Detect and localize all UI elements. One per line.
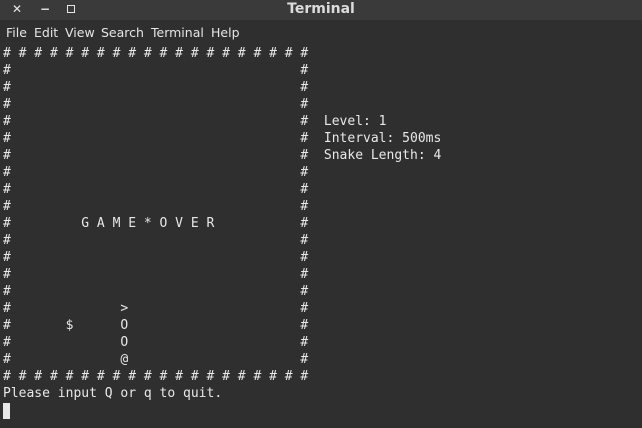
board-row-snake-food: # $ O #	[3, 318, 309, 333]
board-bottom-border: # # # # # # # # # # # # # # # # # # # #	[3, 369, 309, 384]
board-row-level: # # Level: 1	[3, 114, 387, 129]
game-over-row: # G A M E * O V E R #	[3, 216, 309, 231]
board-top-border: # # # # # # # # # # # # # # # # # # # #	[3, 46, 309, 61]
menu-edit[interactable]: Edit	[34, 25, 58, 40]
menu-file[interactable]: File	[6, 25, 27, 40]
board-row: # #	[3, 80, 309, 95]
board-row: # #	[3, 199, 309, 214]
terminal-output[interactable]: # # # # # # # # # # # # # # # # # # # # …	[0, 44, 642, 428]
menu-help[interactable]: Help	[211, 25, 240, 40]
board-row-snake: # > #	[3, 301, 309, 316]
board-row: # #	[3, 165, 309, 180]
board-row: # #	[3, 182, 309, 197]
quit-prompt: Please input Q or q to quit.	[3, 386, 223, 401]
title-bar: ✕ − Terminal	[0, 0, 642, 20]
board-row-interval: # # Interval: 500ms	[3, 131, 442, 146]
menu-bar: File Edit View Search Terminal Help	[0, 22, 642, 44]
board-row-snake-length: # # Snake Length: 4	[3, 148, 442, 163]
board-row: # #	[3, 284, 309, 299]
menu-terminal[interactable]: Terminal	[151, 25, 204, 40]
window-title: Terminal	[287, 1, 355, 17]
menu-view[interactable]: View	[65, 25, 95, 40]
board-row: # #	[3, 233, 309, 248]
board-row: # #	[3, 97, 309, 112]
menu-search[interactable]: Search	[101, 25, 144, 40]
board-row-snake: # @ #	[3, 352, 309, 367]
terminal-window: ✕ − Terminal File Edit View Search Termi…	[0, 0, 642, 428]
board-row: # #	[3, 63, 309, 78]
board-row: # #	[3, 267, 309, 282]
board-row: # #	[3, 250, 309, 265]
board-row-snake: # O #	[3, 335, 309, 350]
terminal-cursor	[3, 403, 10, 419]
